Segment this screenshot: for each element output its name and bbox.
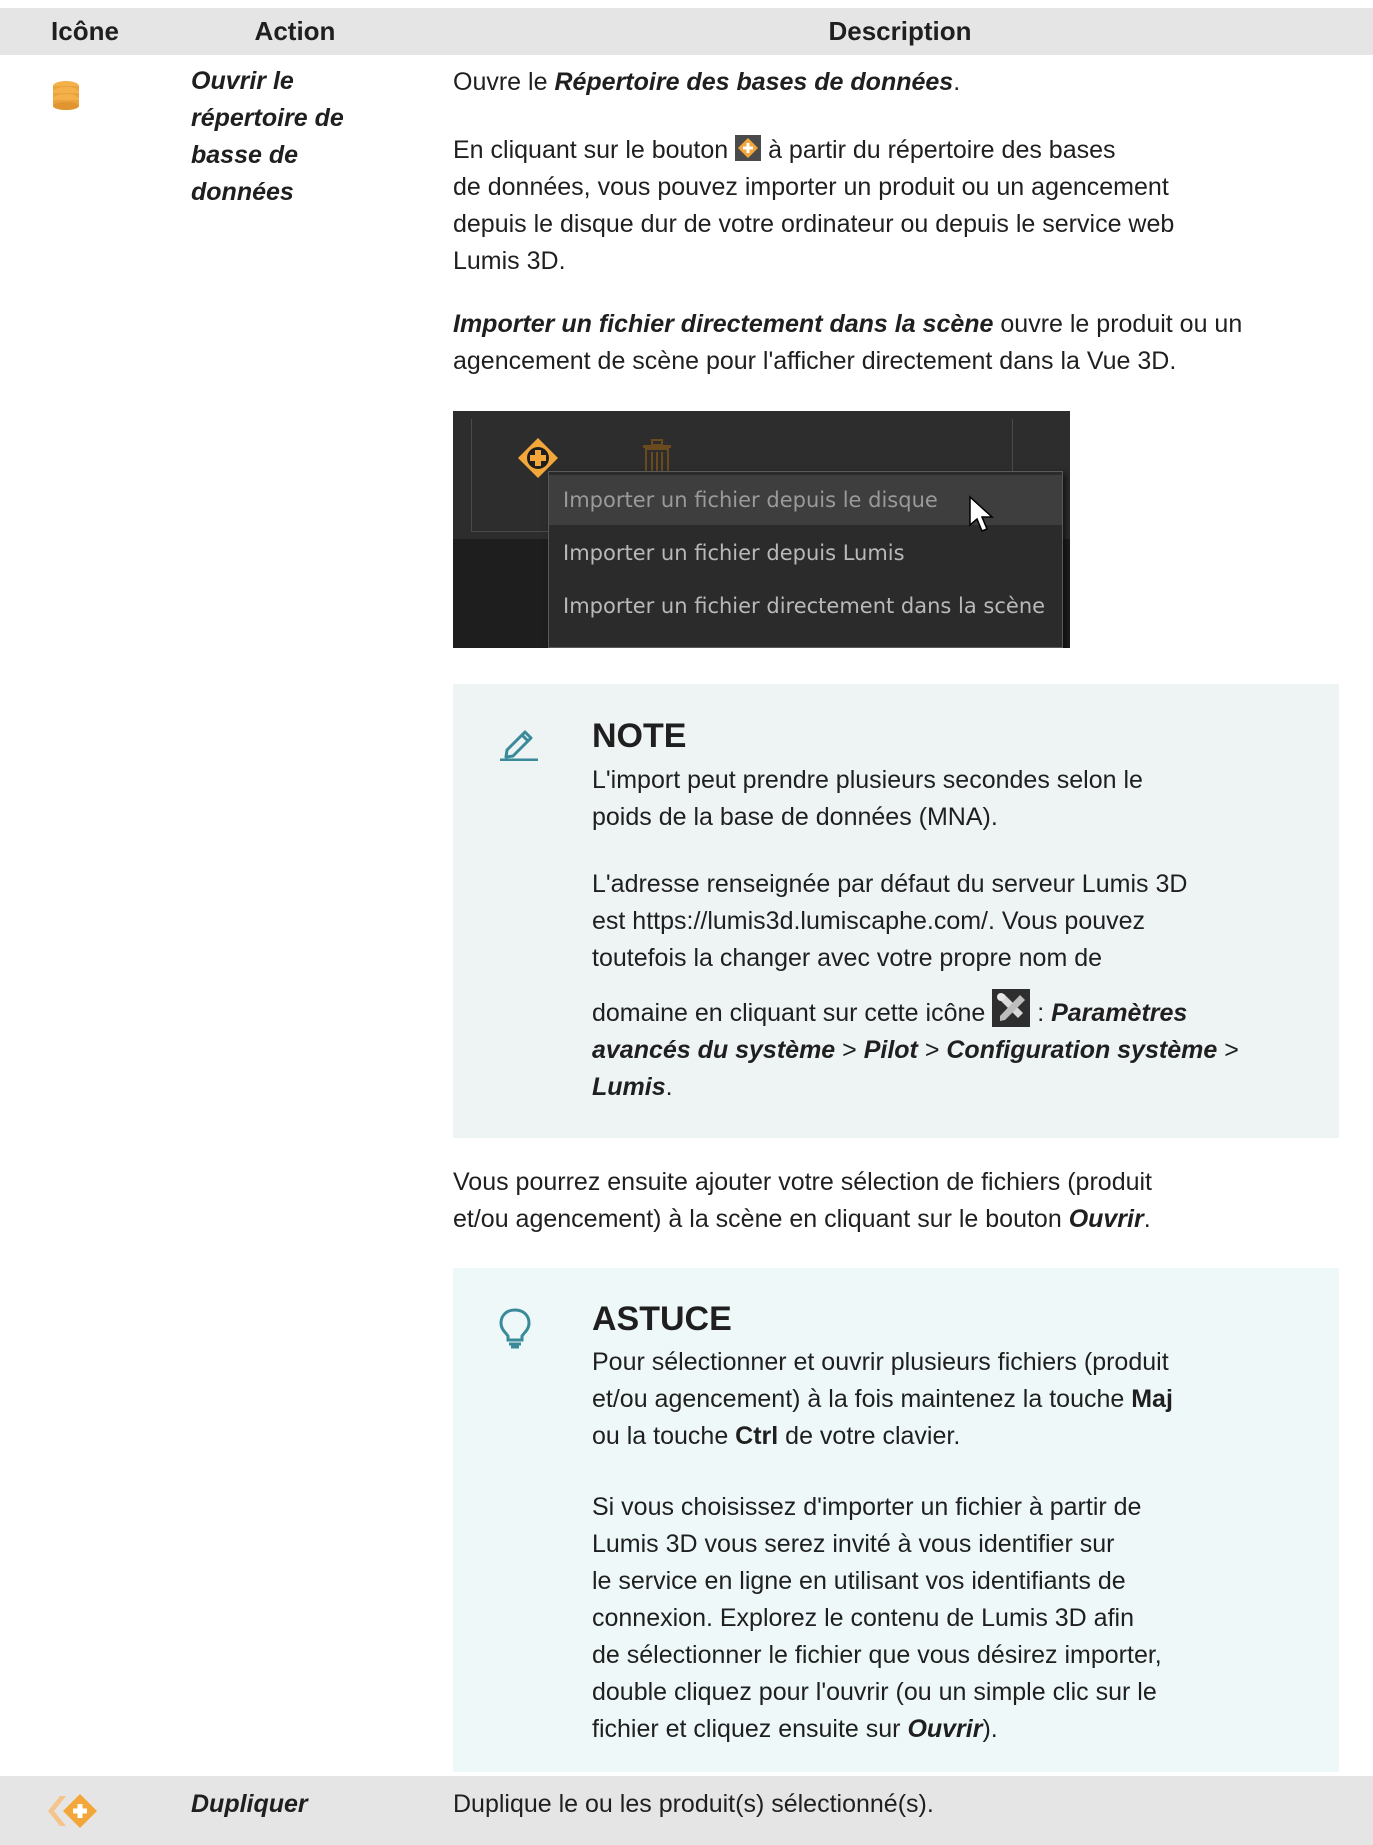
note-paragraph-2: L'adresse renseignée par défaut du serve…: [592, 870, 1239, 1101]
table-header: Icône Action Description: [0, 8, 1373, 55]
action-open-database-directory: Ouvrir le répertoire de basse de données: [191, 67, 344, 206]
header-icon: Icône: [51, 16, 119, 46]
desc-paragraph-open: Vous pourrez ensuite ajouter votre sélec…: [453, 1168, 1152, 1233]
add-import-icon: [735, 135, 762, 161]
action-duplicate: Dupliquer: [191, 1790, 308, 1818]
table-row-duplicate: Dupliquer Duplique le ou les produit(s) …: [0, 1776, 1373, 1845]
note-box: NOTE L'import peut prendre plusieurs sec…: [453, 684, 1339, 1138]
tip-box: ASTUCE Pour sélectionner et ouvrir plusi…: [453, 1268, 1339, 1772]
tip-paragraph-2: Si vous choisissez d'importer un fichier…: [592, 1493, 1162, 1743]
lightbulb-icon: [498, 1307, 532, 1360]
advanced-settings-icon: [992, 989, 1031, 1027]
desc-paragraph-3: Importer un fichier directement dans la …: [453, 310, 1243, 375]
mouse-cursor-icon: [968, 495, 998, 546]
note-title: NOTE: [592, 717, 687, 755]
desc-paragraph-1: Ouvre le Répertoire des bases de données…: [453, 68, 961, 96]
database-icon: [50, 79, 82, 122]
header-action: Action: [254, 16, 336, 46]
desc-paragraph-2: En cliquant sur le bouton à partir du ré…: [453, 135, 1175, 275]
pencil-icon: [498, 723, 540, 772]
header-description: Description: [828, 16, 972, 46]
import-menu-screenshot: Importer un fichier depuis le disque Imp…: [453, 411, 1070, 648]
desc-duplicate: Duplique le ou les produit(s) sélectionn…: [453, 1790, 934, 1818]
tip-paragraph-1: Pour sélectionner et ouvrir plusieurs fi…: [592, 1348, 1173, 1450]
menu-item-import-into-scene[interactable]: Importer un fichier directement dans la …: [549, 581, 1062, 631]
duplicate-icon: [40, 1790, 102, 1843]
note-paragraph-1: L'import peut prendre plusieurs secondes…: [592, 766, 1143, 831]
tip-title: ASTUCE: [592, 1300, 732, 1338]
